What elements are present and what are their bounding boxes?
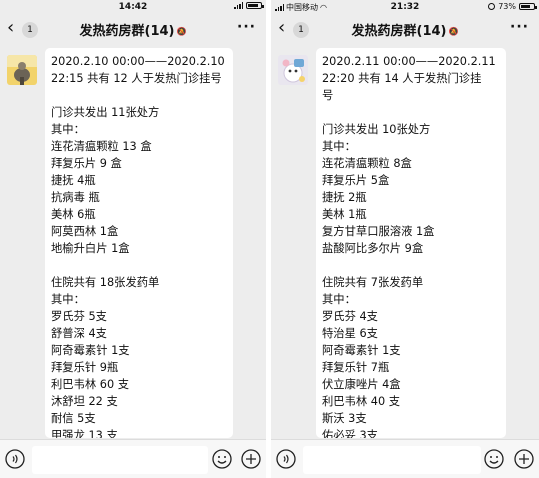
input-bar: [271, 439, 539, 478]
emoji-icon[interactable]: [212, 449, 232, 469]
message-line: [51, 87, 227, 104]
avatar[interactable]: [7, 55, 37, 85]
chat-header: ‹ 1 发热药房群(14) 🔕 ···: [271, 14, 539, 44]
battery-percent: 73%: [498, 2, 516, 11]
chat-screen-left: 14:42 ‹ 1 发热药房群(14) 🔕 ··· 2020.2.10 00:00…: [0, 0, 266, 478]
message-line: [322, 104, 500, 121]
plus-icon[interactable]: [514, 449, 534, 469]
signal-icon: [234, 2, 243, 9]
message-line: 2020.2.11 00:00——2020.2.11: [322, 55, 496, 68]
message-line: 耐信 5支: [51, 412, 96, 425]
message-line: 地榆升白片 1盒: [51, 242, 130, 255]
plus-icon[interactable]: [241, 449, 261, 469]
message-line: 罗氏芬 5支: [51, 310, 107, 323]
chat-header: ‹ 1 发热药房群(14) 🔕 ···: [0, 14, 266, 44]
voice-icon[interactable]: [5, 449, 25, 469]
chat-screen-right: 中国移动 ◠ 21:32 73% ‹ 1 发热药房群(14) 🔕 ··· 2020…: [271, 0, 539, 478]
message-line: 阿莫西林 1盒: [51, 225, 119, 238]
avatar[interactable]: [278, 55, 308, 85]
rotation-lock-icon: [488, 3, 496, 10]
message-line: 佑必妥 3支: [322, 429, 378, 438]
message-line: 22:20 共有 14 人于发热门诊挂: [322, 72, 482, 85]
status-time: 14:42: [118, 2, 148, 12]
message-input[interactable]: [303, 446, 481, 474]
more-icon[interactable]: ···: [510, 20, 529, 34]
message-line: 罗氏芬 4支: [322, 310, 378, 323]
message-line: 住院共有 18张发药单: [51, 276, 160, 289]
message-line: 舒普深 4支: [51, 327, 107, 340]
message-line: 斯沃 3支: [322, 412, 367, 425]
status-bar: 中国移动 ◠ 21:32 73%: [271, 0, 539, 14]
message-line: 拜复乐针 7瓶: [322, 361, 390, 374]
message-line: 其中：: [322, 140, 356, 153]
message-line: 抗病毒 瓶: [51, 191, 100, 204]
message-line: 捷抚 4瓶: [51, 174, 96, 187]
mute-icon: 🔕: [176, 27, 187, 36]
message-line: 门诊共发出 11张处方: [51, 106, 160, 119]
message-line: 捷抚 2瓶: [322, 191, 367, 204]
message-line: 门诊共发出 10张处方: [322, 123, 431, 136]
message-line: 其中：: [51, 123, 85, 136]
message-line: 阿奇霉素针 1支: [51, 344, 130, 357]
message-line: 其中：: [51, 293, 85, 306]
message-line: 沐舒坦 22 支: [51, 395, 118, 408]
status-bar: 14:42: [0, 0, 266, 14]
message-line: 盐酸阿比多尔片 9盒: [322, 242, 424, 255]
battery-icon: [519, 3, 537, 10]
message-line: 美林 6瓶: [51, 208, 96, 221]
message-text: 2020.2.10 00:00——2020.2.10 22:15 共有 12 人于…: [51, 53, 227, 438]
battery-icon: [246, 2, 264, 9]
message-line: 甲强龙 13 支: [51, 429, 118, 438]
mute-icon: 🔕: [448, 27, 459, 36]
message-text: 2020.2.11 00:00——2020.2.11 22:20 共有 14 人于…: [322, 53, 500, 438]
message-line: 住院共有 7张发药单: [322, 276, 424, 289]
message-bubble[interactable]: 2020.2.11 00:00——2020.2.11 22:20 共有 14 人于…: [316, 48, 506, 438]
message-line: 号: [322, 89, 334, 102]
more-icon[interactable]: ···: [237, 20, 256, 34]
message-line: 拜复乐针 9瓶: [51, 361, 119, 374]
message-line: 其中：: [322, 293, 356, 306]
message-line: 连花清瘟颗粒 8盒: [322, 157, 412, 170]
message-line: 连花清瘟颗粒 13 盒: [51, 140, 152, 153]
message-bubble[interactable]: 2020.2.10 00:00——2020.2.10 22:15 共有 12 人于…: [45, 48, 233, 438]
message-line: 拜复乐片 9 盒: [51, 157, 122, 170]
message-line: 伏立康唑片 4盒: [322, 378, 401, 391]
chat-title: 发热药房群(14): [79, 24, 175, 39]
message-input[interactable]: [32, 446, 208, 474]
message-line: 2020.2.10 00:00——2020.2.10: [51, 55, 225, 68]
voice-icon[interactable]: [276, 449, 296, 469]
message-line: [322, 257, 500, 274]
input-bar: [0, 439, 266, 478]
message-line: 拜复乐片 5盒: [322, 174, 390, 187]
message-line: 美林 1瓶: [322, 208, 367, 221]
message-line: 复方甘草口服溶液 1盒: [322, 225, 435, 238]
message-line: 22:15 共有 12 人于发热门诊挂号: [51, 72, 222, 85]
message-line: 利巴韦林 60 支: [51, 378, 130, 391]
message-line: 阿奇霉素针 1支: [322, 344, 401, 357]
message-line: 利巴韦林 40 支: [322, 395, 401, 408]
message-line: [51, 257, 227, 274]
chat-title: 发热药房群(14): [351, 24, 447, 39]
message-line: 特治星 6支: [322, 327, 378, 340]
emoji-icon[interactable]: [484, 449, 504, 469]
